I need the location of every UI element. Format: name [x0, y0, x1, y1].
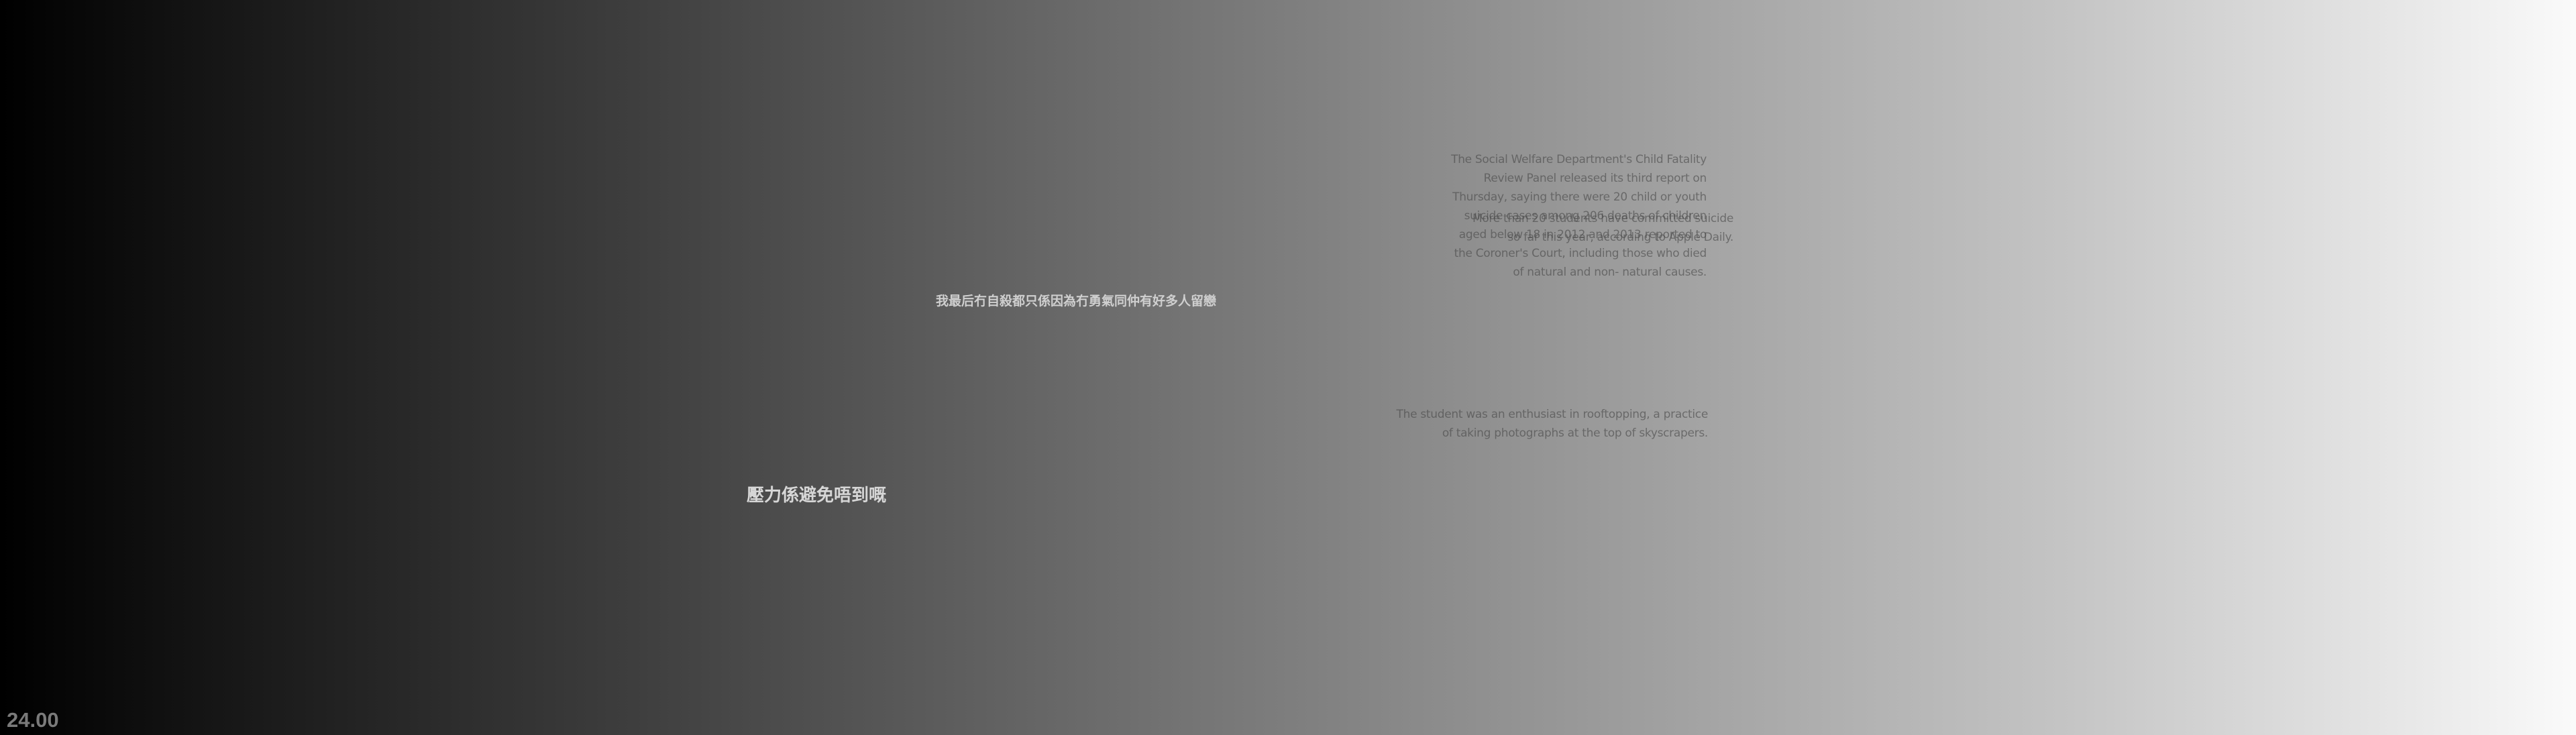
chinese-subtitle-1: 我最后冇自殺都只係因為冇勇氣同仲有好多人留戀	[936, 294, 1217, 308]
english-subtitle-paragraph-3: The student was an enthusiast in rooftop…	[1396, 408, 1709, 440]
timestamp-readout: 24.00	[7, 708, 59, 732]
english-subtitle-paragraph-2: More than 20 students have committed sui…	[1472, 212, 1733, 244]
chinese-subtitle-2: 壓力係避免唔到嘅	[747, 486, 887, 506]
